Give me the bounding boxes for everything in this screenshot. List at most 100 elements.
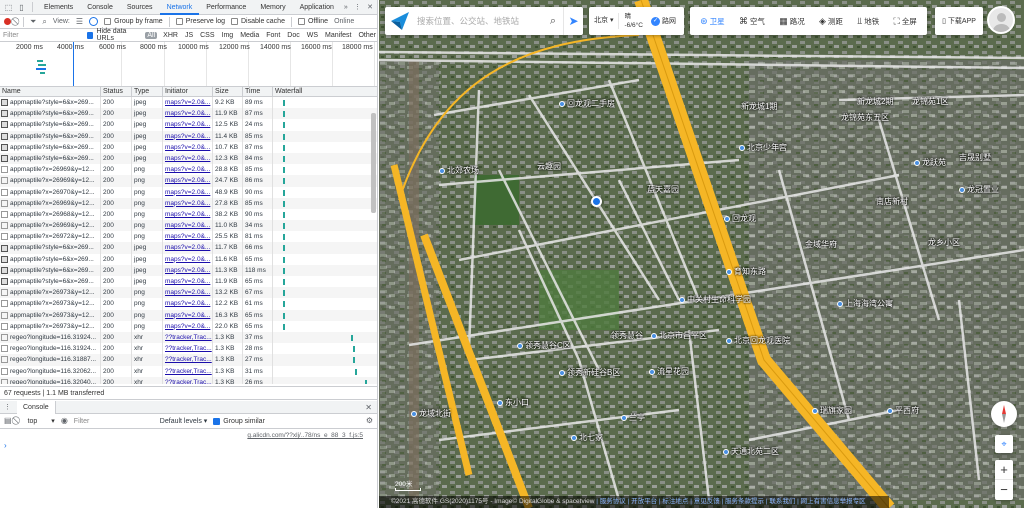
search-icon[interactable]: ⌕ <box>545 13 561 29</box>
map-label[interactable]: 流星花园 <box>649 366 689 377</box>
filter-type-img[interactable]: Img <box>221 32 235 39</box>
column-type[interactable]: Type <box>132 87 163 96</box>
request-initiator[interactable]: maps?v=2.0&... <box>163 119 213 131</box>
drawer-tab-console[interactable]: Console <box>17 400 56 414</box>
request-initiator[interactable]: maps?v=2.0&... <box>163 186 213 198</box>
avatar[interactable] <box>987 6 1015 34</box>
map-label[interactable]: 北京市昌平区 <box>651 330 707 341</box>
more-options-icon[interactable]: ⋮ <box>354 3 361 11</box>
scrollbar[interactable] <box>371 113 376 213</box>
request-initiator[interactable]: maps?v=2.0&... <box>163 220 213 232</box>
search-box[interactable]: 搜索位置、公交站、地铁站 ⌕ ➤ <box>385 7 583 35</box>
request-name[interactable]: appmaptile?x=26968&y=12... <box>0 208 101 221</box>
table-row[interactable]: appmaptile?style=6&x=269... 200 jpeg maps?v… <box>0 141 377 153</box>
group-by-frame-checkbox[interactable]: Group by frame <box>104 18 163 25</box>
measure-button[interactable]: ◈ 测距 <box>819 16 843 27</box>
city-select[interactable]: 北京 ▾ <box>589 13 620 29</box>
console-output[interactable]: g.alicdn.com/??xlj/..78/ns_e_88_3_f.js:5… <box>0 429 377 508</box>
table-row[interactable]: appmaptile?style=6&x=269... 200 jpeg maps?v… <box>0 97 377 109</box>
map-view[interactable]: 新龙城1期 新龙城2期 龙锦苑1区 龙锦苑东五区 回龙观二手房 北京少年宫 吉晟别墅 云趣园龙… <box>379 0 1024 508</box>
footer-link[interactable]: | 网上有害信息举报专区 <box>797 498 866 505</box>
search-input[interactable]: 搜索位置、公交站、地铁站 <box>417 15 545 27</box>
request-initiator[interactable]: maps?v=2.0&... <box>163 276 213 288</box>
table-row[interactable]: appmaptile?style=6&x=269... 200 jpeg maps?v… <box>0 276 377 288</box>
request-name[interactable]: appmaptile?style=6&x=269... <box>0 97 101 109</box>
device-toolbar-icon[interactable]: ▯ <box>15 1 28 14</box>
console-source-link[interactable]: g.alicdn.com/??xlj/..78/ns_e_88_3_f.js:5 <box>247 432 363 439</box>
large-rows-icon[interactable]: ☰ <box>76 17 83 26</box>
table-row[interactable]: appmaptile?style=6&x=269... 200 jpeg maps?v… <box>0 130 377 142</box>
search-icon[interactable]: ⌕ <box>42 17 46 26</box>
tab-memory[interactable]: Memory <box>253 0 292 15</box>
request-name[interactable]: regeo?longitude=116.32062... <box>0 365 101 377</box>
request-name[interactable]: appmaptile?style=6&x=269... <box>0 152 101 165</box>
tab-performance[interactable]: Performance <box>199 0 253 15</box>
console-settings-icon[interactable]: ⚙ <box>366 417 373 425</box>
table-row[interactable]: appmaptile?style=6&x=269... 200 jpeg maps?v… <box>0 253 377 265</box>
request-name[interactable]: appmaptile?style=6&x=269... <box>0 276 101 288</box>
tab-network[interactable]: Network <box>159 0 200 15</box>
map-label[interactable]: 北郊农场 <box>439 165 479 176</box>
more-tabs-button[interactable]: » <box>341 4 351 11</box>
request-initiator[interactable]: maps?v=2.0&... <box>163 309 213 321</box>
levels-select[interactable]: Default levels ▾ <box>160 417 207 425</box>
map-label[interactable]: 龙冠置业 <box>959 184 999 195</box>
tab-elements[interactable]: Elements <box>37 0 80 15</box>
map-label[interactable]: 回龙观 <box>724 213 756 224</box>
request-name[interactable]: appmaptile?x=26969&y=12... <box>0 164 101 176</box>
compass-icon[interactable] <box>991 401 1017 427</box>
request-name[interactable]: appmaptile?style=6&x=269... <box>0 108 101 120</box>
request-initiator[interactable]: maps?v=2.0&... <box>163 130 213 142</box>
request-name[interactable]: appmaptile?x=26973&y=12... <box>0 287 101 299</box>
footer-link[interactable]: | 标注地点 <box>659 498 689 505</box>
route-icon[interactable]: ➤ <box>563 7 583 35</box>
map-label[interactable]: 兰亭 <box>621 412 645 423</box>
request-initiator[interactable]: maps?v=2.0&... <box>163 287 213 299</box>
column-status[interactable]: Status <box>101 87 132 96</box>
close-devtools-icon[interactable]: ✕ <box>367 3 373 11</box>
eye-icon[interactable]: ◉ <box>61 417 68 425</box>
request-name[interactable]: appmaptile?style=6&x=269... <box>0 253 101 265</box>
throttle-select[interactable]: Online <box>334 18 354 25</box>
column-name[interactable]: Name <box>0 87 101 96</box>
satellite-button[interactable]: ⊛ 卫星 <box>700 16 725 27</box>
hide-data-urls-checkbox[interactable]: Hide data URLs <box>87 28 140 42</box>
request-initiator[interactable]: maps?v=2.0&... <box>163 253 213 265</box>
request-initiator[interactable]: ??tracker,Trac... <box>163 365 213 377</box>
map-label[interactable]: 龙跃苑 <box>914 157 946 168</box>
request-name[interactable]: appmaptile?style=6&x=269... <box>0 264 101 276</box>
footer-link[interactable]: | 服务条款提示 <box>722 498 765 505</box>
sidebar-toggle-icon[interactable]: ▤ <box>4 417 12 425</box>
request-name[interactable]: appmaptile?x=26973&y=12... <box>0 309 101 321</box>
tab-application[interactable]: Application <box>293 0 341 15</box>
map-label[interactable]: 龙域北街 <box>411 408 451 419</box>
request-name[interactable]: appmaptile?x=26973&y=12... <box>0 320 101 332</box>
request-initiator[interactable]: maps?v=2.0&... <box>163 175 213 187</box>
map-label[interactable]: 上海海湾公寓 <box>837 298 893 309</box>
column-size[interactable]: Size <box>213 87 243 96</box>
filter-input[interactable]: Filter <box>3 30 82 41</box>
filter-type-doc[interactable]: Doc <box>286 32 300 39</box>
table-row[interactable]: appmaptile?x=26969&y=12... 200 png maps?v=2… <box>0 220 377 232</box>
request-name[interactable]: appmaptile?x=26969&y=12... <box>0 220 101 232</box>
map-label[interactable]: 领秀慧谷C区 <box>517 340 571 351</box>
table-row[interactable]: regeo?longitude=116.31924... 200 xhr ??trac… <box>0 331 377 344</box>
inspect-element-icon[interactable]: ⬚ <box>2 1 15 14</box>
table-row[interactable]: appmaptile?x=26973&y=12... 200 png maps?v=2… <box>0 287 377 299</box>
request-name[interactable]: appmaptile?x=26973&y=12... <box>0 298 101 310</box>
request-initiator[interactable]: maps?v=2.0&... <box>163 152 213 165</box>
filter-type-font[interactable]: Font <box>265 32 281 39</box>
request-initiator[interactable]: ??tracker,Trac... <box>163 331 213 344</box>
filter-type-all[interactable]: All <box>145 31 158 39</box>
filter-type-css[interactable]: CSS <box>199 32 215 39</box>
request-name[interactable]: appmaptile?style=6&x=269... <box>0 130 101 142</box>
request-name[interactable]: regeo?longitude=116.32040... <box>0 376 101 384</box>
zoom-in-button[interactable]: + <box>995 460 1013 480</box>
request-name[interactable]: appmaptile?x=26970&y=12... <box>0 186 101 198</box>
table-row[interactable]: regeo?longitude=116.31924... 200 xhr ??trac… <box>0 343 377 355</box>
request-name[interactable]: regeo?longitude=116.31887... <box>0 354 101 366</box>
request-name[interactable]: appmaptile?style=6&x=269... <box>0 119 101 131</box>
footer-link[interactable]: | 联系我们 <box>766 498 796 505</box>
request-initiator[interactable]: maps?v=2.0&... <box>163 208 213 221</box>
network-overview-timeline[interactable]: 2000 ms 4000 ms 6000 ms 8000 ms 10000 ms… <box>0 42 377 87</box>
